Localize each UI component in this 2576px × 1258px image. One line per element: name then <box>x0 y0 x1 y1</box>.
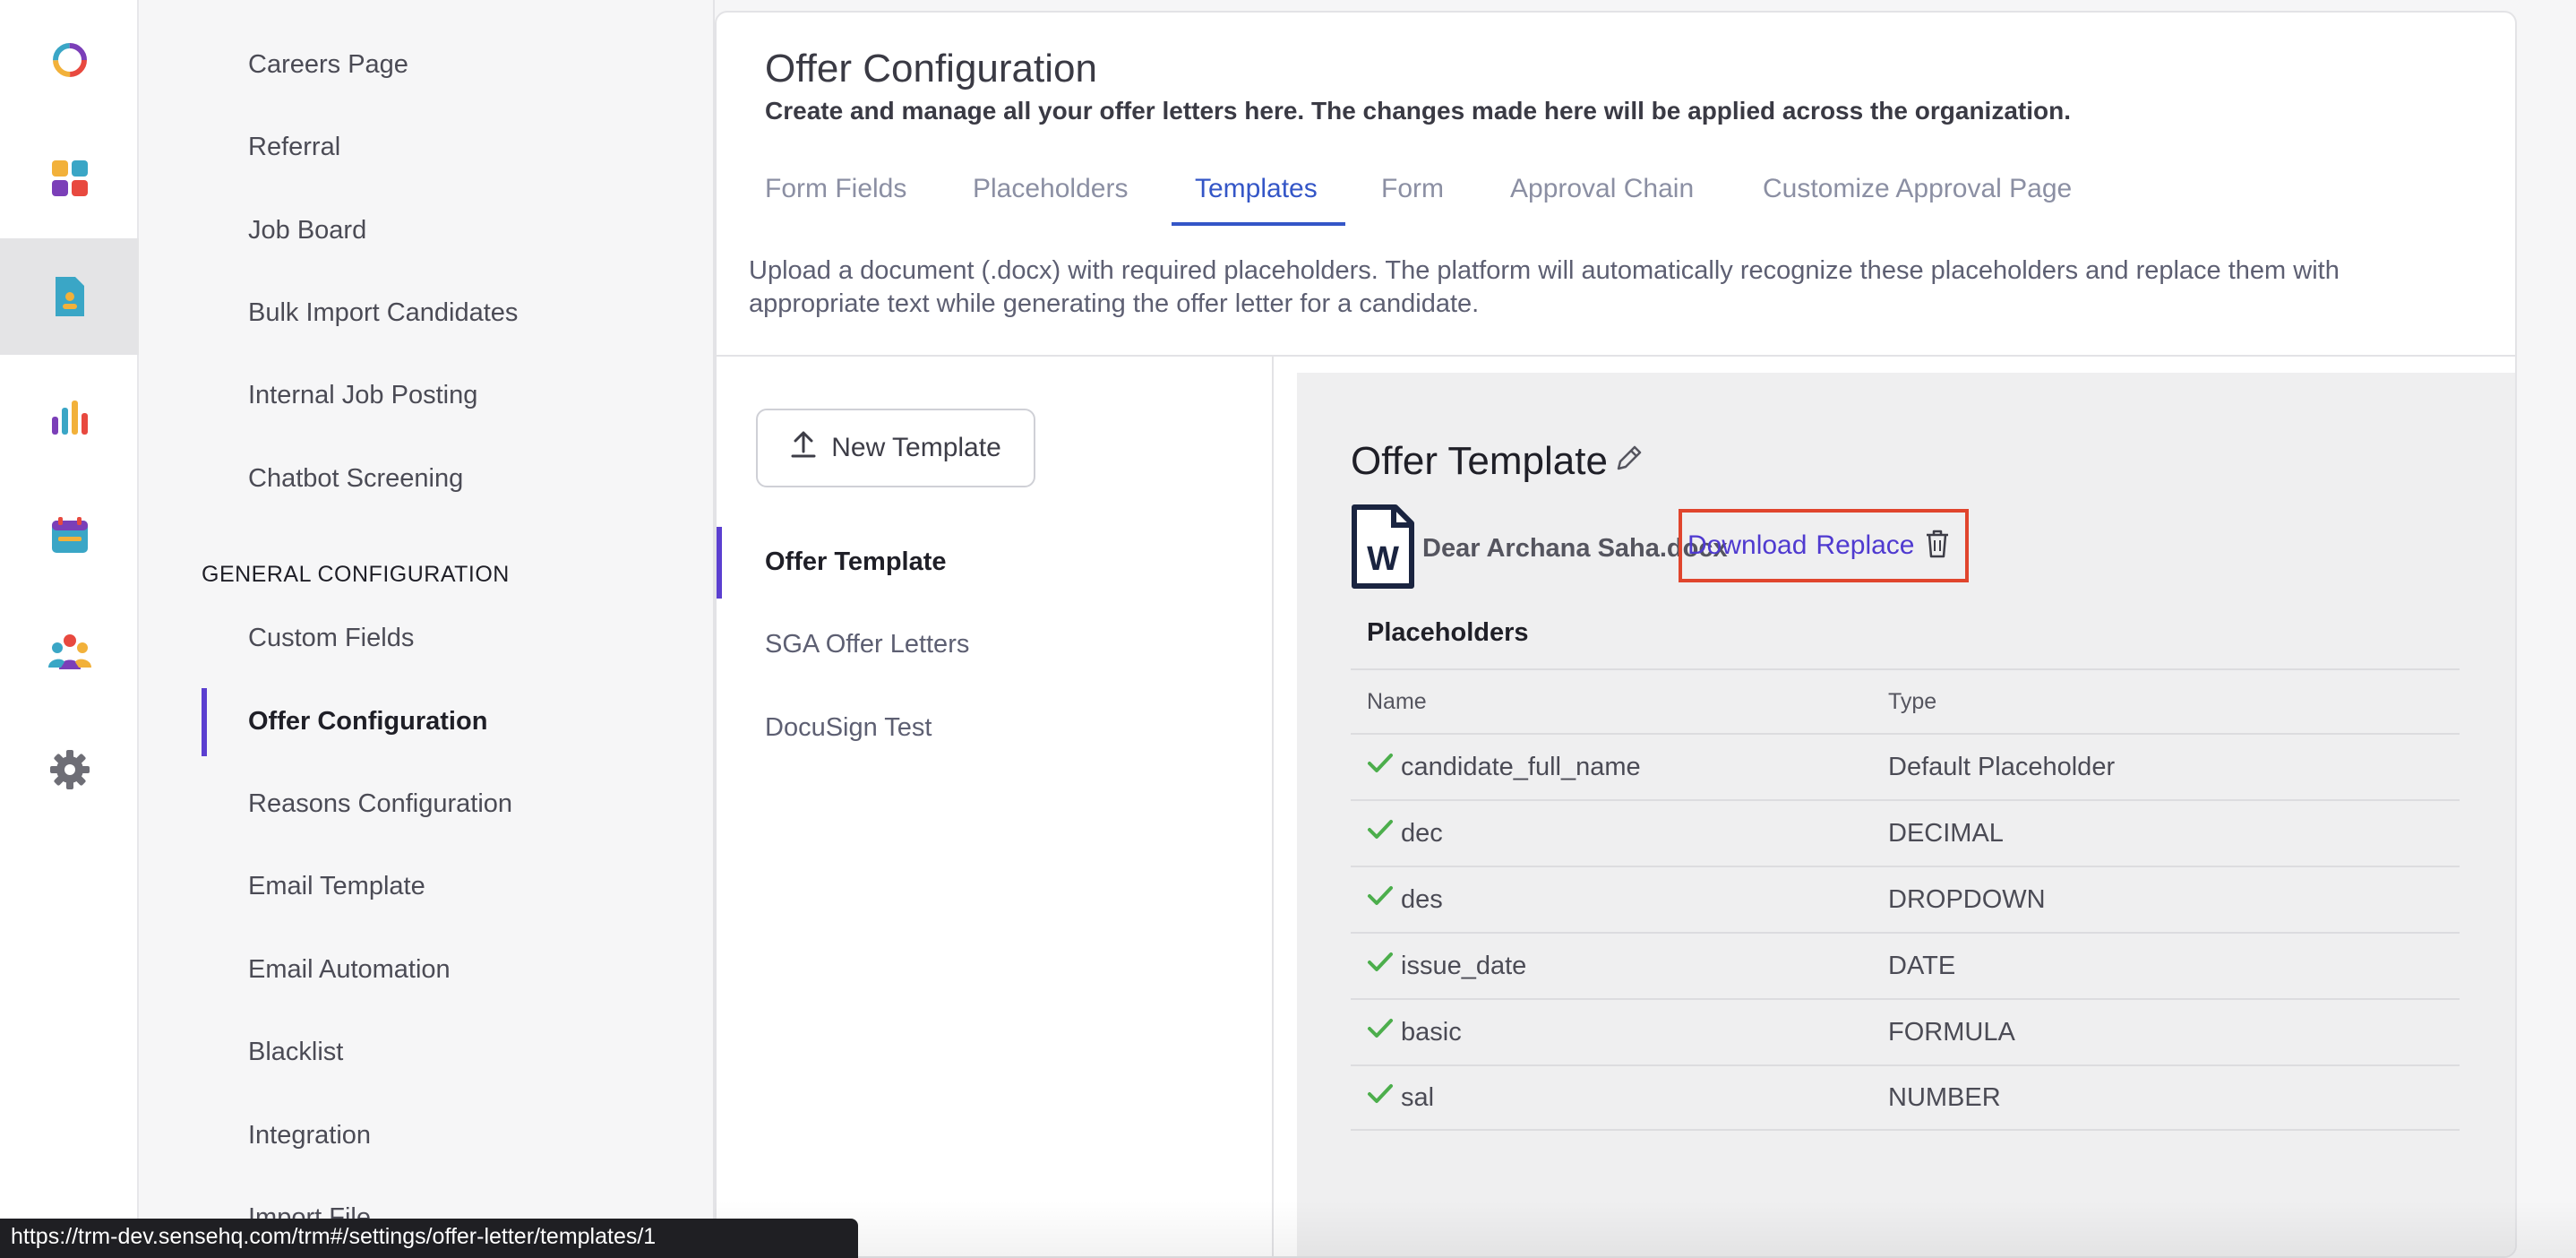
nav-item-custom-fields[interactable]: Custom Fields <box>248 624 414 653</box>
check-icon <box>1367 1082 1394 1113</box>
placeholder-name-cell: candidate_full_name <box>1351 752 1888 782</box>
template-item-sga-offer-letters[interactable]: SGA Offer Letters <box>765 630 969 659</box>
check-icon <box>1367 951 1394 981</box>
analytics-icon[interactable] <box>0 358 139 475</box>
new-template-label: New Template <box>831 433 1001 462</box>
placeholder-name-cell: issue_date <box>1351 951 1888 981</box>
table-row: candidate_full_name Default Placeholder <box>1351 733 2460 799</box>
placeholder-name: issue_date <box>1401 951 1527 980</box>
nav-item-blacklist[interactable]: Blacklist <box>248 1038 343 1067</box>
template-title: Offer Template <box>1351 439 1644 484</box>
placeholders-heading: Placeholders <box>1367 618 1529 647</box>
tab-form-fields[interactable]: Form Fields <box>765 174 906 204</box>
table-row: dec DECIMAL <box>1351 799 2460 866</box>
check-icon <box>1367 818 1394 849</box>
table-header: Name Type <box>1351 668 2460 733</box>
nav-item-bulk-import[interactable]: Bulk Import Candidates <box>248 298 518 328</box>
bottom-shade <box>715 1201 2576 1258</box>
nav-item-integration[interactable]: Integration <box>248 1121 371 1150</box>
table-row: basic FORMULA <box>1351 998 2460 1064</box>
check-icon <box>1367 1017 1394 1047</box>
dashboard-icon[interactable] <box>0 120 139 237</box>
placeholder-name-cell: basic <box>1351 1017 1888 1047</box>
placeholder-name: candidate_full_name <box>1401 752 1641 781</box>
placeholder-name: des <box>1401 884 1443 914</box>
document-icon[interactable] <box>0 238 139 355</box>
download-link[interactable]: Download <box>1687 530 1807 561</box>
placeholder-name: basic <box>1401 1017 1462 1047</box>
placeholder-type: DROPDOWN <box>1888 884 2046 914</box>
nav-item-careers-page[interactable]: Careers Page <box>248 50 408 80</box>
placeholder-type: DECIMAL <box>1888 818 2004 848</box>
tab-form[interactable]: Form <box>1381 174 1444 204</box>
tab-templates[interactable]: Templates <box>1195 174 1318 204</box>
settings-icon[interactable] <box>0 711 139 828</box>
nav-item-email-automation[interactable]: Email Automation <box>248 955 451 985</box>
delete-trash-icon[interactable] <box>1924 529 1951 564</box>
placeholder-type: FORMULA <box>1888 1017 2015 1047</box>
svg-text:W: W <box>1367 540 1399 578</box>
nav-item-reasons-configuration[interactable]: Reasons Configuration <box>248 789 512 819</box>
page-title: Offer Configuration <box>765 47 1097 90</box>
table-row: des DROPDOWN <box>1351 866 2460 932</box>
new-template-button[interactable]: New Template <box>756 409 1035 487</box>
app-logo-icon[interactable] <box>0 2 139 118</box>
placeholder-name-cell: des <box>1351 884 1888 915</box>
edit-pencil-icon[interactable] <box>1613 439 1644 484</box>
page-subtitle: Create and manage all your offer letters… <box>765 97 2071 125</box>
check-icon <box>1367 752 1394 782</box>
template-item-docusign-test[interactable]: DocuSign Test <box>765 713 932 743</box>
word-document-icon: W <box>1351 504 1415 594</box>
nav-item-internal-job-posting[interactable]: Internal Job Posting <box>248 381 477 410</box>
calendar-icon[interactable] <box>0 477 139 593</box>
template-title-text: Offer Template <box>1351 439 1608 483</box>
tab-active-underline <box>1172 222 1345 226</box>
column-header-name: Name <box>1367 688 1427 714</box>
team-icon[interactable] <box>0 593 139 710</box>
template-item-offer-template[interactable]: Offer Template <box>765 547 947 577</box>
placeholder-name: sal <box>1401 1082 1435 1112</box>
table-row: issue_date DATE <box>1351 932 2460 998</box>
placeholder-type: DATE <box>1888 951 1956 980</box>
file-actions: Download Replace <box>1679 509 1969 582</box>
settings-nav: Careers Page Referral Job Board Bulk Imp… <box>141 0 715 1258</box>
check-icon <box>1367 884 1394 915</box>
column-header-type: Type <box>1888 688 1937 714</box>
placeholder-name: dec <box>1401 818 1443 848</box>
placeholder-name-cell: sal <box>1351 1082 1888 1113</box>
tab-customize-approval-page[interactable]: Customize Approval Page <box>1763 174 2072 204</box>
nav-item-referral[interactable]: Referral <box>248 133 340 162</box>
nav-item-email-template[interactable]: Email Template <box>248 872 425 901</box>
nav-section-title: GENERAL CONFIGURATION <box>202 562 510 587</box>
nav-item-offer-configuration[interactable]: Offer Configuration <box>248 707 487 737</box>
template-detail-panel: Offer Template W Dear Archana Saha.docx … <box>1297 373 2515 1256</box>
placeholder-type: Default Placeholder <box>1888 752 2116 781</box>
icon-rail <box>0 0 139 1258</box>
placeholder-type: NUMBER <box>1888 1082 2001 1112</box>
table-body: candidate_full_name Default Placeholder de… <box>1351 733 2460 1131</box>
templates-description: Upload a document (.docx) with required … <box>749 256 2340 318</box>
template-active-indicator <box>717 527 722 599</box>
offer-configuration-card: Offer Configuration Create and manage al… <box>715 11 2517 1258</box>
nav-active-indicator <box>202 688 207 756</box>
status-bar-url: https://trm-dev.sensehq.com/trm#/setting… <box>0 1219 858 1258</box>
nav-item-job-board[interactable]: Job Board <box>248 216 366 246</box>
placeholder-name-cell: dec <box>1351 818 1888 849</box>
template-list: New Template Offer Template SGA Offer Le… <box>717 357 1274 1256</box>
nav-item-chatbot-screening[interactable]: Chatbot Screening <box>248 464 463 494</box>
table-row: sal NUMBER <box>1351 1064 2460 1131</box>
replace-link[interactable]: Replace <box>1816 530 1914 561</box>
tab-placeholders[interactable]: Placeholders <box>973 174 1128 204</box>
tab-approval-chain[interactable]: Approval Chain <box>1510 174 1694 204</box>
template-file-row: W Dear Archana Saha.docx <box>1351 504 1728 594</box>
upload-icon <box>790 430 817 466</box>
placeholders-table: Name Type candidate_full_name Default Pla… <box>1351 668 2460 1131</box>
